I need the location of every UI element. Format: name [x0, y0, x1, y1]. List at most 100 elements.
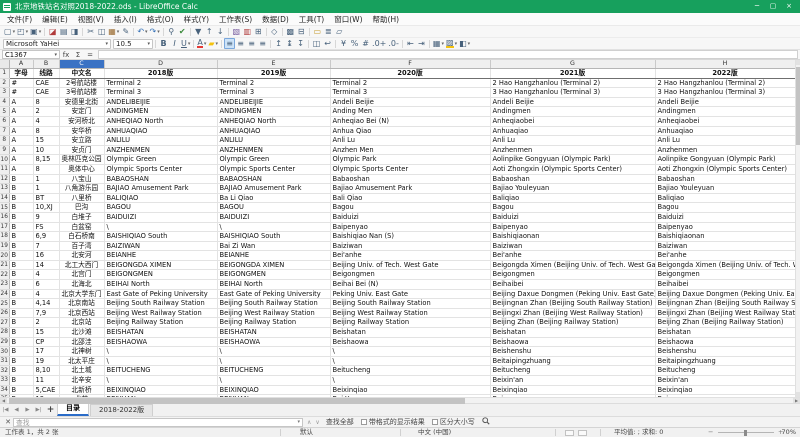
- cell[interactable]: ANZHENMEN: [217, 145, 330, 155]
- zoom-out-icon[interactable]: −: [708, 428, 713, 437]
- selection-mode-indicator[interactable]: [578, 430, 587, 436]
- row-header-18[interactable]: 18: [0, 232, 9, 242]
- align-left-icon[interactable]: ≡: [224, 38, 235, 49]
- cell[interactable]: Beitaipingzhuang: [490, 356, 655, 366]
- cell[interactable]: 15: [33, 328, 59, 338]
- cell[interactable]: A: [9, 145, 33, 155]
- cell[interactable]: Andeli Beijie: [330, 97, 490, 107]
- show-draw-functions-icon[interactable]: ◇: [269, 26, 280, 37]
- cell[interactable]: Beigongmen: [330, 270, 490, 280]
- cell[interactable]: BAIZIWAN: [104, 241, 217, 251]
- horizontal-scroll-track[interactable]: [7, 398, 793, 404]
- row-header-23[interactable]: 23: [0, 280, 9, 290]
- cell[interactable]: Beishenshu: [655, 347, 795, 357]
- cell[interactable]: \: [330, 376, 490, 386]
- insert-mode-indicator[interactable]: [565, 430, 574, 436]
- cell[interactable]: BEISHAOWA: [217, 337, 330, 347]
- new-document-icon[interactable]: ▢▾: [3, 26, 16, 37]
- bold-icon[interactable]: B: [158, 38, 169, 49]
- cell[interactable]: 6,9: [33, 232, 59, 242]
- font-size-combo[interactable]: 10.5 ▾: [113, 39, 153, 49]
- cell[interactable]: CAE: [33, 78, 59, 88]
- cell[interactable]: \: [104, 347, 217, 357]
- sheet-tab-2[interactable]: 2018-2022版: [90, 404, 153, 416]
- cell[interactable]: BAISHIQIAO South: [104, 232, 217, 242]
- cell[interactable]: Anheqiaobei: [655, 116, 795, 126]
- row-header-15[interactable]: 15: [0, 203, 9, 213]
- cell[interactable]: Anli Lu: [655, 136, 795, 146]
- menu-insert[interactable]: 插入(I): [109, 13, 142, 26]
- increase-indent-icon[interactable]: ⇥: [416, 38, 427, 49]
- cell[interactable]: 7,9: [33, 308, 59, 318]
- cell[interactable]: B: [9, 328, 33, 338]
- cell[interactable]: Beijing South Railway Station: [217, 299, 330, 309]
- cell[interactable]: 4: [33, 289, 59, 299]
- cell[interactable]: BABAOSHAN: [217, 174, 330, 184]
- cell[interactable]: 11: [33, 376, 59, 386]
- cell[interactable]: Beishatan: [655, 328, 795, 338]
- cell[interactable]: Beishatan: [330, 328, 490, 338]
- spelling-icon[interactable]: ✔: [177, 26, 188, 37]
- cell[interactable]: BT: [33, 193, 59, 203]
- autofilter-icon[interactable]: ▼: [193, 26, 204, 37]
- vertical-scrollbar[interactable]: [795, 60, 800, 397]
- background-color-icon[interactable]: ▨▾: [445, 38, 458, 49]
- cell[interactable]: ANDINGMEN: [217, 107, 330, 117]
- cell[interactable]: ANHUAQIAO: [217, 126, 330, 136]
- first-sheet-icon[interactable]: |◀: [0, 404, 11, 416]
- cut-icon[interactable]: ✂: [85, 26, 96, 37]
- cell[interactable]: FS: [33, 222, 59, 232]
- cell[interactable]: 8: [33, 164, 59, 174]
- cell[interactable]: Ba Li Qiao: [217, 193, 330, 203]
- menu-data[interactable]: 数据(D): [257, 13, 294, 26]
- row-header-29[interactable]: 29: [0, 337, 9, 347]
- language-indicator[interactable]: 中文 (中国): [418, 428, 451, 437]
- cell[interactable]: 16: [33, 251, 59, 261]
- cell[interactable]: BAJIAO Amusement Park: [217, 184, 330, 194]
- cell[interactable]: ANZHENMEN: [104, 145, 217, 155]
- cell[interactable]: BEITUCHENG: [104, 366, 217, 376]
- cell[interactable]: Beijingnan Zhan (Beijing South Railway S…: [490, 299, 655, 309]
- cell[interactable]: Bajiao Youleyuan: [655, 184, 795, 194]
- cell[interactable]: B: [9, 318, 33, 328]
- cell[interactable]: 北海北: [59, 280, 104, 290]
- cell[interactable]: BEIHAI North: [104, 280, 217, 290]
- cell[interactable]: Beijing West Railway Station: [217, 308, 330, 318]
- cell[interactable]: Andeli Beijie: [490, 97, 655, 107]
- close-button[interactable]: ×: [781, 0, 797, 13]
- row-header-3[interactable]: 3: [0, 88, 9, 98]
- cell[interactable]: Terminal 3: [104, 88, 217, 98]
- cell[interactable]: CP: [33, 337, 59, 347]
- row-header-2[interactable]: 2: [0, 78, 9, 88]
- cell[interactable]: B: [9, 308, 33, 318]
- cell[interactable]: Baiduizi: [655, 212, 795, 222]
- page-style[interactable]: 默认: [300, 428, 313, 437]
- conditional-formatting-icon[interactable]: ◧▾: [458, 38, 471, 49]
- formula-input[interactable]: [98, 50, 798, 59]
- row-header-6[interactable]: 6: [0, 116, 9, 126]
- cell[interactable]: B: [9, 260, 33, 270]
- cell[interactable]: 8: [33, 126, 59, 136]
- cell[interactable]: ANDINGMEN: [104, 107, 217, 117]
- cell[interactable]: ANDELIBEIJIE: [217, 97, 330, 107]
- cell[interactable]: BEISHATAN: [104, 328, 217, 338]
- cell[interactable]: 4,14: [33, 299, 59, 309]
- find-input[interactable]: 查找 ▾: [13, 418, 303, 427]
- cell[interactable]: Terminal 2: [217, 78, 330, 88]
- row-header-20[interactable]: 20: [0, 251, 9, 261]
- cell[interactable]: Beihai Bei (N): [330, 280, 490, 290]
- row-header-34[interactable]: 34: [0, 385, 9, 395]
- row-header-8[interactable]: 8: [0, 136, 9, 146]
- cell[interactable]: BEITUCHENG: [217, 366, 330, 376]
- cell[interactable]: ANHUAQIAO: [104, 126, 217, 136]
- cell[interactable]: 4: [33, 270, 59, 280]
- cell[interactable]: Anzhen Men: [330, 145, 490, 155]
- cell[interactable]: B: [9, 356, 33, 366]
- cell[interactable]: Baishiqiaonan: [655, 232, 795, 242]
- cell[interactable]: Andingmen: [490, 107, 655, 117]
- cell[interactable]: BAISHIQIAO South: [217, 232, 330, 242]
- cell[interactable]: A: [9, 97, 33, 107]
- cell[interactable]: BEIGONGDA XIMEN: [217, 260, 330, 270]
- cell[interactable]: \: [217, 222, 330, 232]
- cell[interactable]: Anzhenmen: [655, 145, 795, 155]
